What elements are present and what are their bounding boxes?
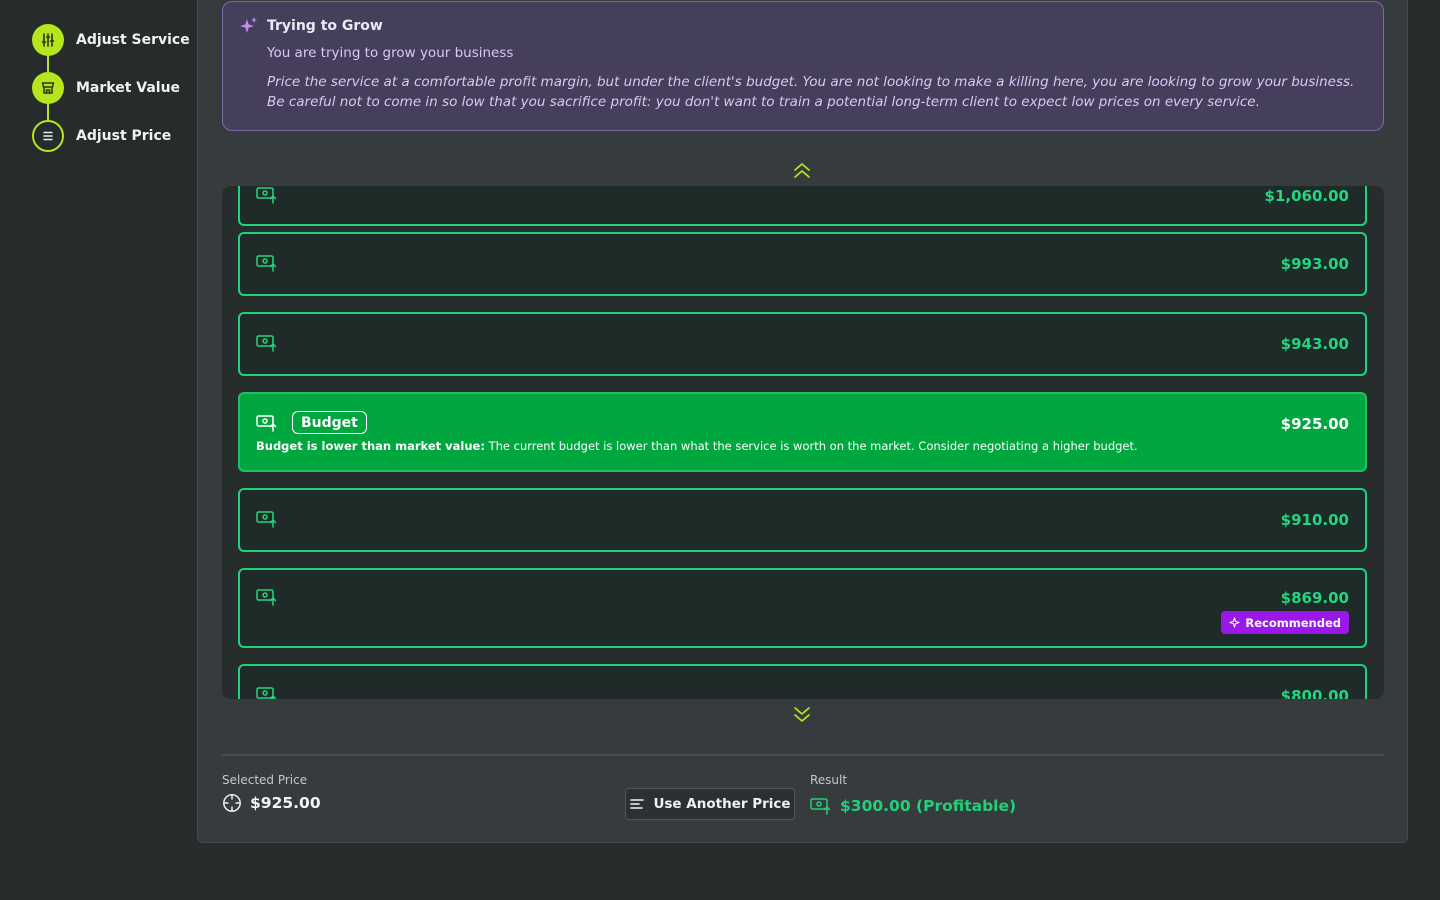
price-value: $943.00 [1280,335,1349,353]
result-value-group: $300.00 (Profitable) [810,797,1016,815]
selected-price-label: Selected Price [222,773,308,787]
result-value: $300.00 (Profitable) [840,797,1017,815]
strategy-subtitle: You are trying to grow your business [267,45,514,61]
strategy-description: Price the service at a comfortable profi… [267,74,1355,110]
price-value: $1,060.00 [1264,187,1349,205]
pricing-panel: Trying to Grow You are trying to grow yo… [197,0,1408,843]
step-label: Adjust Price [76,128,172,144]
money-up-icon [256,335,277,352]
result-label: Result [810,773,848,787]
price-option[interactable]: $910.00 [238,488,1367,552]
step-market-value[interactable]: Market Value [32,72,190,120]
budget-warning-title: Budget is lower than market value: [256,439,485,453]
price-value: $800.00 [1280,687,1349,699]
price-value: $925.00 [1280,415,1349,433]
budget-warning-text: The current budget is lower than what th… [484,439,1138,453]
use-another-price-button[interactable]: Use Another Price [625,788,795,820]
double-chevron-up-icon[interactable] [792,161,812,181]
recommended-badge: Recommended [1221,611,1349,634]
progress-stepper: Adjust Service Market Value Adjust Price [32,24,190,168]
budget-tag: Budget [292,411,367,434]
budget-warning: Budget is lower than market value: The c… [256,439,1138,453]
list-filter-icon [630,799,645,809]
step-label: Market Value [76,80,181,96]
price-value: $910.00 [1280,511,1349,529]
price-value: $993.00 [1280,255,1349,273]
money-up-icon [256,187,277,204]
use-another-price-label: Use Another Price [653,796,791,812]
price-option[interactable]: $1,060.00 [238,186,1367,226]
sparkle-icon [1229,617,1241,628]
money-up-icon [256,415,277,432]
price-option[interactable]: $943.00 [238,312,1367,376]
money-up-icon [256,511,277,528]
crosshair-icon [223,794,241,812]
price-option[interactable]: $800.00 [238,664,1367,699]
strategy-callout: Trying to Grow You are trying to grow yo… [222,1,1384,131]
price-option[interactable]: $993.00 [238,232,1367,296]
sparkles-icon [240,17,257,33]
double-chevron-down-icon[interactable] [792,704,812,724]
money-up-icon [256,589,277,606]
step-label: Adjust Service [76,32,190,48]
list-icon [32,120,64,152]
selected-price-value: $925.00 [250,794,321,812]
step-adjust-service[interactable]: Adjust Service [32,24,190,72]
selected-price: $925.00 [222,793,321,813]
price-value: $869.00 [1280,589,1349,607]
price-options-list[interactable]: $1,060.00 $993.00 $943.00 Budget $925.00… [222,186,1384,699]
price-option-selected[interactable]: Budget $925.00 Budget is lower than mark… [238,392,1367,472]
money-up-icon [810,798,831,815]
price-option-recommended[interactable]: $869.00 Recommended [238,568,1367,648]
storefront-icon [32,72,64,104]
sliders-icon [32,24,64,56]
strategy-title: Trying to Grow [267,18,383,34]
step-connector [47,104,49,120]
money-up-icon [256,687,277,699]
money-up-icon [256,255,277,272]
footer-divider [222,754,1384,756]
step-connector [47,56,49,72]
step-adjust-price[interactable]: Adjust Price [32,120,190,152]
recommended-label: Recommended [1245,615,1341,630]
